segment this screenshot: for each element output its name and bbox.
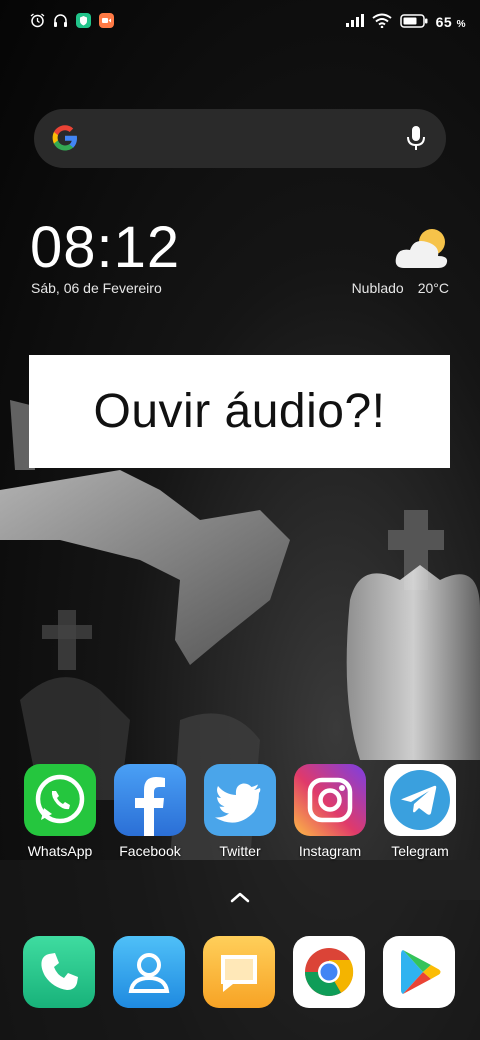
app-label: WhatsApp <box>27 843 93 859</box>
weather-condition: Nublado <box>351 280 404 296</box>
status-bar: 65 % <box>0 0 480 44</box>
caption-text: Ouvir áudio?! <box>93 385 386 438</box>
partly-cloudy-icon[interactable] <box>394 224 454 277</box>
video-app-icon <box>99 13 114 28</box>
whatsapp-icon <box>24 764 96 836</box>
app-label: Twitter <box>219 843 261 859</box>
google-search-bar[interactable] <box>34 109 446 168</box>
microphone-icon[interactable] <box>406 125 426 156</box>
twitter-icon <box>204 764 276 836</box>
weather-info[interactable]: Nublado 20°C <box>352 280 449 296</box>
battery-icon <box>399 13 428 31</box>
telegram-icon <box>384 764 456 836</box>
headphones-icon <box>53 13 68 28</box>
instagram-icon <box>294 764 366 836</box>
signal-icon <box>345 14 364 30</box>
wifi-icon <box>372 13 392 31</box>
messages-icon[interactable] <box>203 936 275 1008</box>
chevron-up-icon[interactable] <box>229 890 251 909</box>
phone-icon[interactable] <box>23 936 95 1008</box>
app-twitter[interactable]: Twitter <box>195 764 285 859</box>
google-g-icon <box>50 123 80 158</box>
dock <box>0 936 480 1010</box>
app-label: Telegram <box>391 843 449 859</box>
facebook-icon <box>114 764 186 836</box>
app-instagram[interactable]: Instagram <box>285 764 375 859</box>
play-store-icon[interactable] <box>383 936 455 1008</box>
caption-banner: Ouvir áudio?! <box>29 355 450 468</box>
clock-time[interactable]: 08:12 <box>30 214 180 282</box>
app-facebook[interactable]: Facebook <box>105 764 195 859</box>
battery-percent: 65 % <box>435 14 466 30</box>
chrome-icon[interactable] <box>293 936 365 1008</box>
contacts-icon[interactable] <box>113 936 185 1008</box>
app-label: Instagram <box>298 843 362 859</box>
clock-date: Sáb, 06 de Fevereiro <box>31 280 162 296</box>
app-whatsapp[interactable]: WhatsApp <box>15 764 105 859</box>
alarm-icon <box>30 13 45 28</box>
app-label: Facebook <box>119 843 181 859</box>
shield-app-icon <box>76 13 91 28</box>
weather-temperature: 20°C <box>417 280 449 296</box>
app-telegram[interactable]: Telegram <box>375 764 465 859</box>
